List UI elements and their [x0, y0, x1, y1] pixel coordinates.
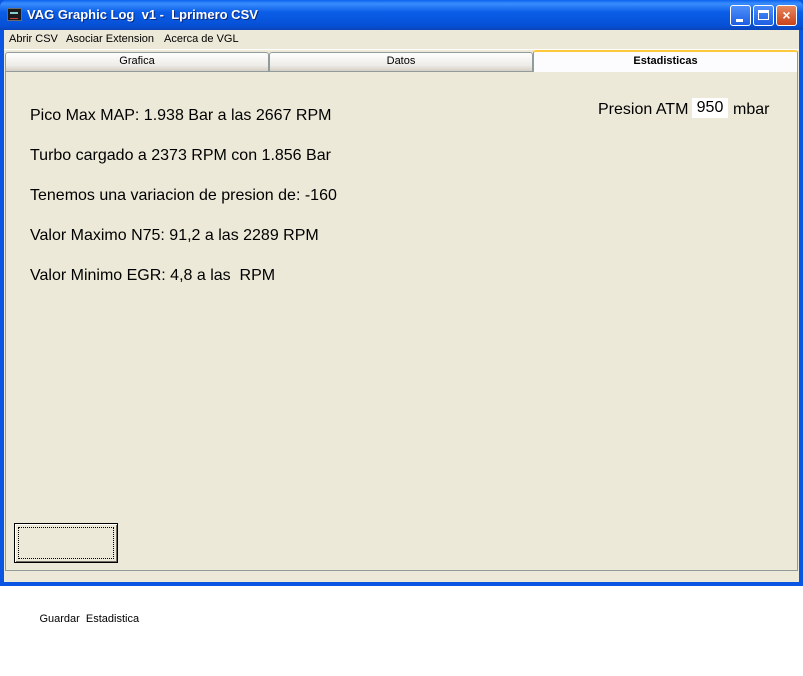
client-area: Abrir CSV Asociar Extension Acerca de VG…: [4, 30, 799, 625]
stat-turbo-cargado: Turbo cargado a 2373 RPM con 1.856 Bar: [30, 147, 331, 164]
atm-unit: mbar: [733, 101, 770, 118]
tab-grafica[interactable]: Grafica: [5, 52, 269, 71]
menu-asociar-extension[interactable]: Asociar Extension: [66, 33, 154, 45]
stat-valor-minimo-egr: Valor Minimo EGR: 4,8 a las RPM: [30, 267, 276, 284]
menu-bar: Abrir CSV Asociar Extension Acerca de VG…: [4, 30, 799, 50]
tab-strip: Grafica Datos Estadisticas: [4, 50, 799, 72]
close-icon: ×: [782, 7, 791, 23]
statistics-panel: Pico Max MAP: 1.938 Bar a las 2667 RPM T…: [5, 71, 798, 625]
menu-acerca-de[interactable]: Acerca de VGL: [164, 33, 239, 45]
window-title: VAG Graphic Log v1 - Lprimero CSV: [27, 7, 258, 22]
tab-datos[interactable]: Datos: [269, 52, 533, 71]
stat-valor-maximo-n75: Valor Maximo N75: 91,2 a las 2289 RPM: [30, 227, 319, 244]
minimize-icon: [736, 19, 743, 22]
tab-estadisticas[interactable]: Estadisticas: [533, 50, 798, 72]
atm-pressure-input[interactable]: [692, 98, 728, 118]
close-button[interactable]: ×: [776, 5, 797, 26]
focus-rect: [18, 527, 114, 559]
title-bar[interactable]: VAG Graphic Log v1 - Lprimero CSV ×: [0, 0, 803, 30]
stat-variacion-presion: Tenemos una variacion de presion de: -16…: [30, 187, 337, 204]
maximize-icon: [758, 10, 769, 20]
save-statistics-button[interactable]: Guardar Estadistica: [14, 523, 139, 625]
minimize-button[interactable]: [730, 5, 751, 26]
app-window: VAG Graphic Log v1 - Lprimero CSV × Abri…: [0, 0, 803, 625]
maximize-button[interactable]: [753, 5, 774, 26]
atm-label: Presion ATM: [598, 101, 689, 118]
save-button-label: Guardar Estadistica: [39, 613, 140, 625]
stat-pico-max-map: Pico Max MAP: 1.938 Bar a las 2667 RPM: [30, 107, 332, 124]
app-chart-icon[interactable]: [7, 8, 22, 21]
menu-abrir-csv[interactable]: Abrir CSV: [9, 33, 58, 45]
